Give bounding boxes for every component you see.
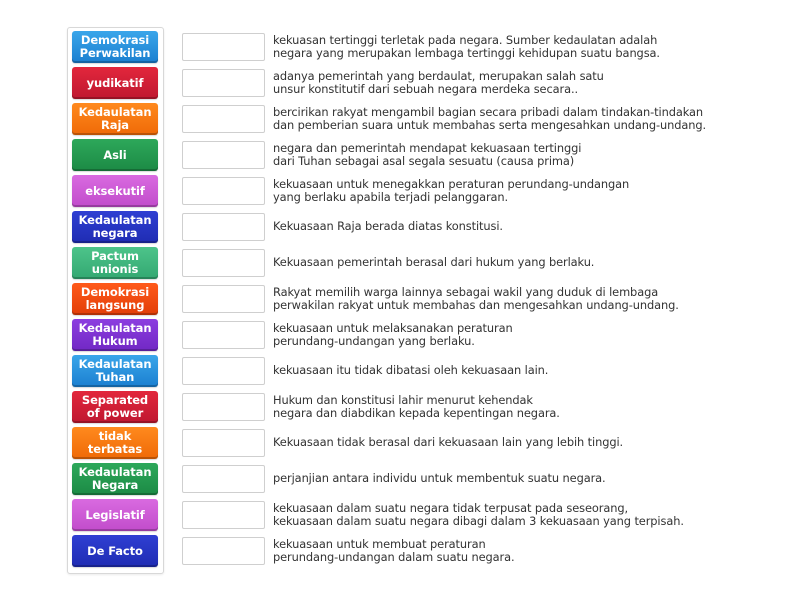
description-text: Kekuasaan tidak berasal dari kekuasaan l… xyxy=(273,435,624,450)
drop-zone[interactable] xyxy=(182,501,265,529)
match-row: Kekuasaan Raja berada diatas konstitusi. xyxy=(182,211,782,243)
drop-zone[interactable] xyxy=(182,105,265,133)
match-row: adanya pemerintah yang berdaulat, merupa… xyxy=(182,67,782,99)
tile-label: tidak terbatas xyxy=(87,429,143,456)
match-row: kekuasaan untuk menegakkan peraturan per… xyxy=(182,175,782,207)
answer-tile[interactable]: De Facto xyxy=(72,535,158,567)
description-text: Kekuasaan Raja berada diatas konstitusi. xyxy=(273,219,503,234)
tile-label: Pactum unionis xyxy=(91,249,139,276)
answer-tile[interactable]: tidak terbatas xyxy=(72,427,158,459)
match-row: negara dan pemerintah mendapat kekuasaan… xyxy=(182,139,782,171)
drop-zone[interactable] xyxy=(182,393,265,421)
drop-zone[interactable] xyxy=(182,141,265,169)
tile-label: Kedaulatan Hukum xyxy=(78,321,152,348)
tile-bank: Demokrasi Perwakilan yudikatif Kedaulata… xyxy=(67,27,164,574)
match-row: bercirikan rakyat mengambil bagian secar… xyxy=(182,103,782,135)
tile-label: Kedaulatan Raja xyxy=(78,105,152,132)
drop-zone[interactable] xyxy=(182,249,265,277)
tile-label: Demokrasi langsung xyxy=(80,285,150,312)
answer-tile[interactable]: Kedaulatan Raja xyxy=(72,103,158,135)
drop-zone[interactable] xyxy=(182,465,265,493)
drop-zone[interactable] xyxy=(182,321,265,349)
tile-label: De Facto xyxy=(87,543,143,558)
tile-label: Demokrasi Perwakilan xyxy=(79,33,151,60)
description-text: adanya pemerintah yang berdaulat, merupa… xyxy=(273,68,604,96)
match-row: Hukum dan konstitusi lahir menurut kehen… xyxy=(182,391,782,423)
description-text: kekuasaan untuk melaksanakan peraturan p… xyxy=(273,320,513,348)
drop-zone[interactable] xyxy=(182,69,265,97)
description-text: Hukum dan konstitusi lahir menurut kehen… xyxy=(273,392,560,420)
tile-label: Kedaulatan negara xyxy=(78,213,152,240)
tile-label: yudikatif xyxy=(86,75,144,90)
drop-zone[interactable] xyxy=(182,33,265,61)
description-text: kekuasaan itu tidak dibatasi oleh kekuas… xyxy=(273,363,549,378)
match-row: Kekuasaan tidak berasal dari kekuasaan l… xyxy=(182,427,782,459)
match-row: kekuasaan itu tidak dibatasi oleh kekuas… xyxy=(182,355,782,387)
answer-tile[interactable]: eksekutif xyxy=(72,175,158,207)
answer-tile[interactable]: Kedaulatan negara xyxy=(72,211,158,243)
tile-label: Asli xyxy=(103,147,127,162)
match-row: kekuasaan untuk membuat peraturan perund… xyxy=(182,535,782,567)
drop-zone[interactable] xyxy=(182,429,265,457)
answer-tile[interactable]: Kedaulatan Negara xyxy=(72,463,158,495)
answer-tile[interactable]: Legislatif xyxy=(72,499,158,531)
description-text: negara dan pemerintah mendapat kekuasaan… xyxy=(273,140,582,168)
answer-tile[interactable]: Asli xyxy=(72,139,158,171)
description-text: kekuasaan untuk membuat peraturan perund… xyxy=(273,536,515,564)
match-row: kekuasaan dalam suatu negara tidak terpu… xyxy=(182,499,782,531)
description-text: bercirikan rakyat mengambil bagian secar… xyxy=(273,104,707,132)
match-row: Kekuasaan pemerintah berasal dari hukum … xyxy=(182,247,782,279)
answer-tile[interactable]: Separated of power xyxy=(72,391,158,423)
description-text: kekuasaan dalam suatu negara tidak terpu… xyxy=(273,500,684,528)
answer-tile[interactable]: Demokrasi langsung xyxy=(72,283,158,315)
answer-tile[interactable]: yudikatif xyxy=(72,67,158,99)
drop-zone[interactable] xyxy=(182,537,265,565)
description-text: perjanjian antara individu untuk membent… xyxy=(273,471,606,486)
answer-tile[interactable]: Demokrasi Perwakilan xyxy=(72,31,158,63)
match-row: Rakyat memilih warga lainnya sebagai wak… xyxy=(182,283,782,315)
description-text: kekuasaan untuk menegakkan peraturan per… xyxy=(273,176,630,204)
match-row: kekuasan tertinggi terletak pada negara.… xyxy=(182,31,782,63)
answer-tile[interactable]: Pactum unionis xyxy=(72,247,158,279)
tile-label: eksekutif xyxy=(85,183,145,198)
description-text: kekuasan tertinggi terletak pada negara.… xyxy=(273,32,660,60)
tile-label: Legislatif xyxy=(85,507,145,522)
match-row: perjanjian antara individu untuk membent… xyxy=(182,463,782,495)
description-text: Rakyat memilih warga lainnya sebagai wak… xyxy=(273,284,679,312)
tile-label: Kedaulatan Negara xyxy=(78,465,152,492)
answer-tile[interactable]: Kedaulatan Hukum xyxy=(72,319,158,351)
drop-zone[interactable] xyxy=(182,177,265,205)
answer-tile[interactable]: Kedaulatan Tuhan xyxy=(72,355,158,387)
drop-zone[interactable] xyxy=(182,357,265,385)
tile-label: Kedaulatan Tuhan xyxy=(78,357,152,384)
match-row: kekuasaan untuk melaksanakan peraturan p… xyxy=(182,319,782,351)
description-text: Kekuasaan pemerintah berasal dari hukum … xyxy=(273,255,595,270)
tile-label: Separated of power xyxy=(81,393,149,420)
drop-zone[interactable] xyxy=(182,285,265,313)
drop-zone[interactable] xyxy=(182,213,265,241)
